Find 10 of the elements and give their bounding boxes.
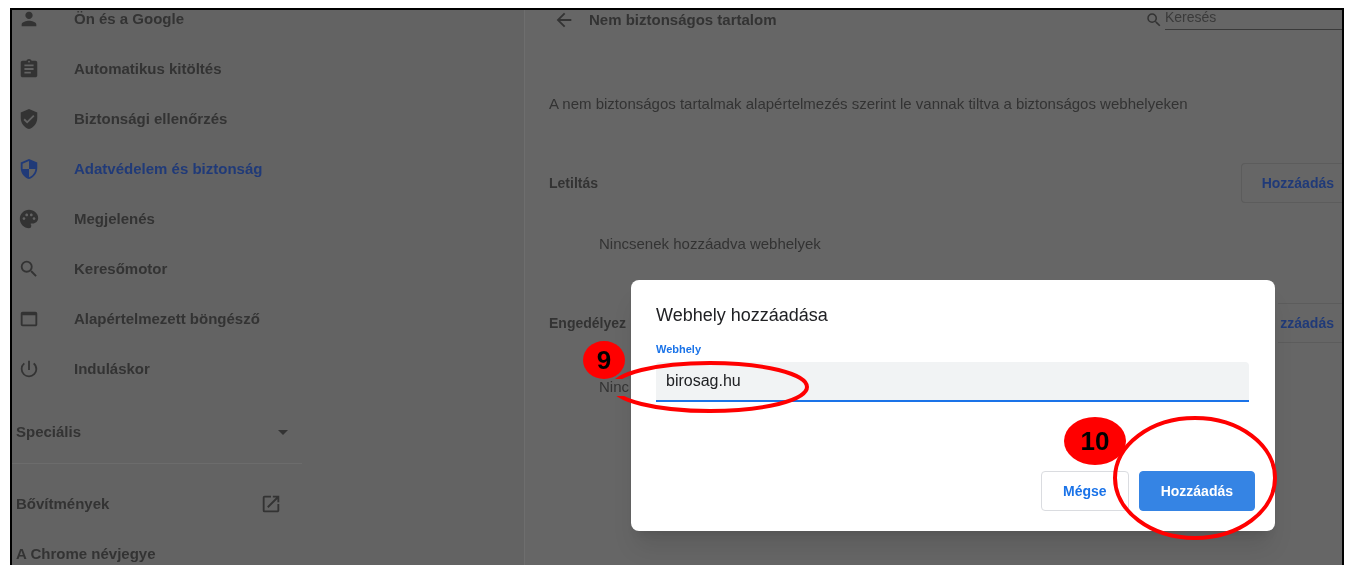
step-number-marker: 9 bbox=[583, 341, 625, 379]
cancel-button[interactable]: Mégse bbox=[1041, 471, 1129, 511]
field-label: Webhely bbox=[656, 342, 702, 357]
add-button[interactable]: zzáadás bbox=[1278, 303, 1342, 343]
sidebar-item[interactable]: Adatvédelem és biztonság bbox=[12, 144, 524, 194]
add-button[interactable]: Hozzáadás bbox=[1138, 471, 1255, 511]
dialog-title: Webhely hozzáadása bbox=[656, 304, 828, 327]
step-number-marker: 10 bbox=[1064, 417, 1126, 465]
website-input-field[interactable]: birosag.hu bbox=[656, 361, 1249, 402]
add-button[interactable]: Hozzáadás bbox=[1240, 163, 1342, 203]
